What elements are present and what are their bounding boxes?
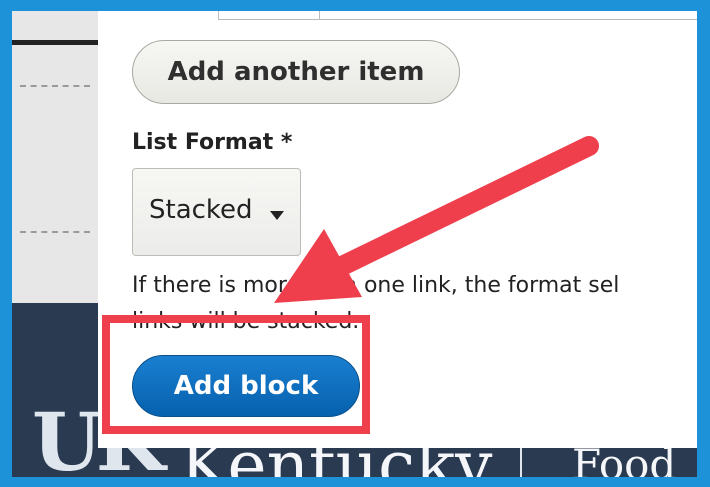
annotation-arrow-icon: [274, 136, 599, 303]
screenshot-frame: UK Kentucky Colle Food Add another item …: [12, 11, 697, 477]
